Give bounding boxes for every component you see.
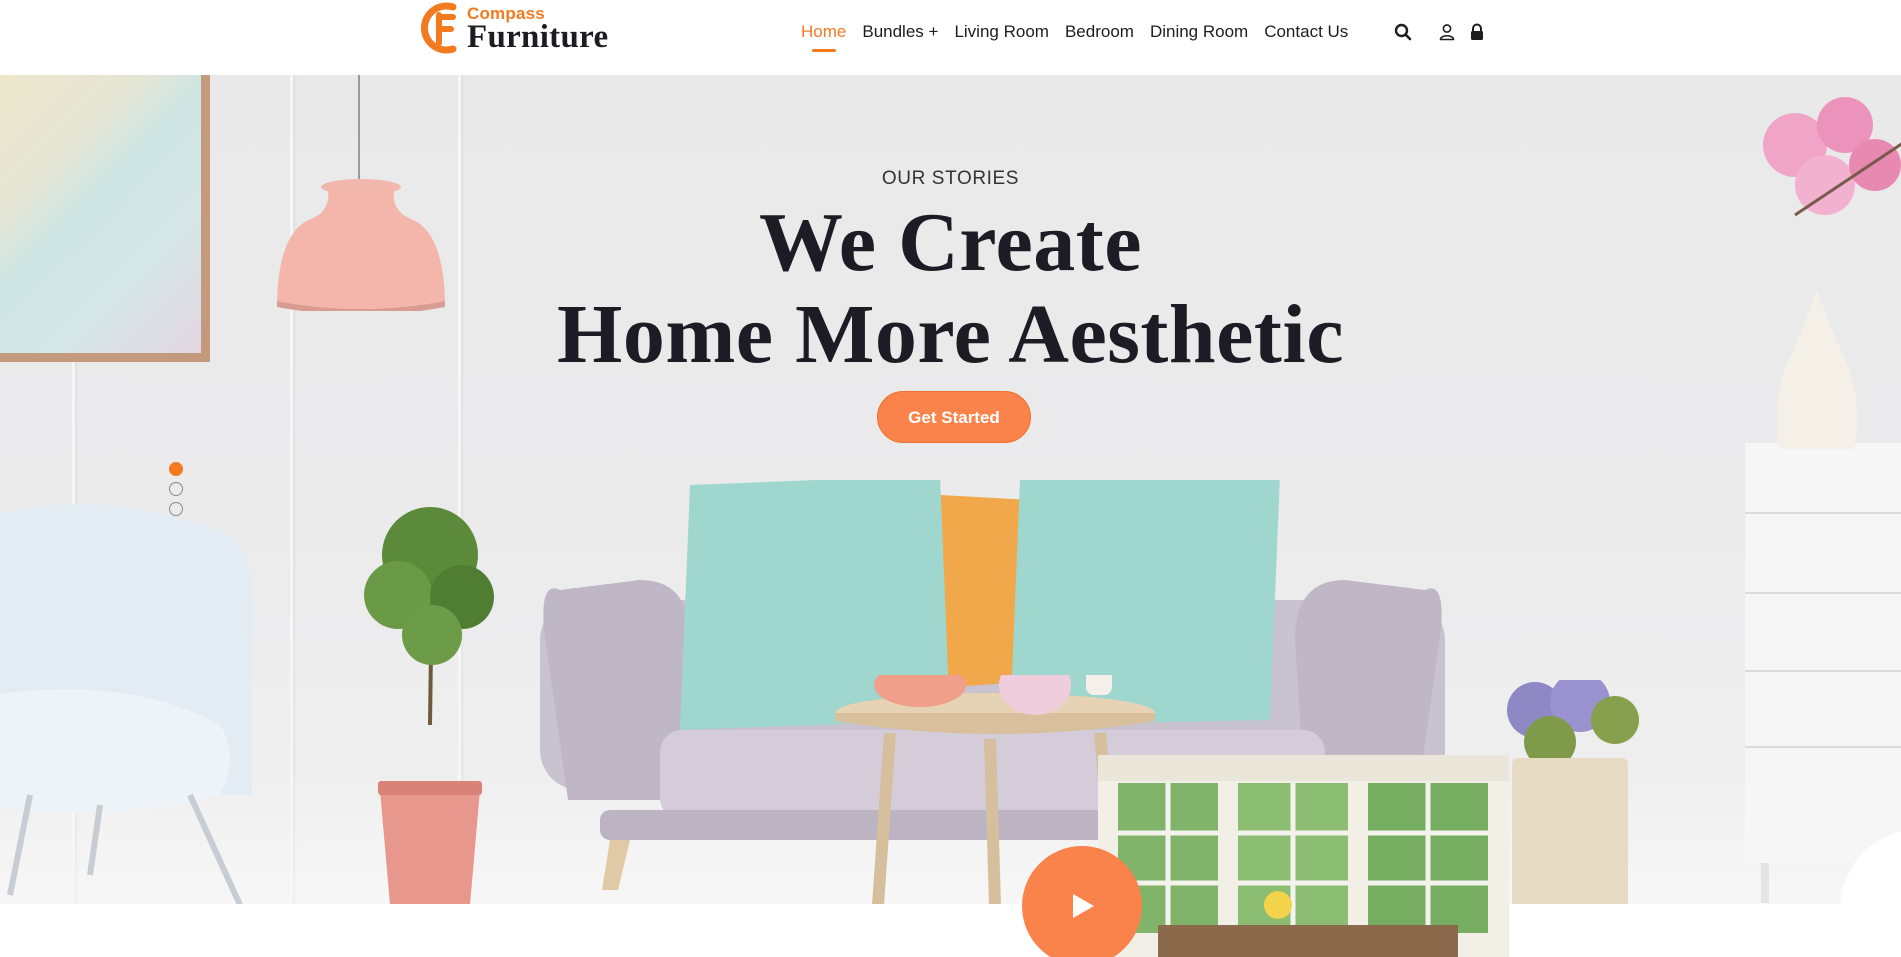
user-icon[interactable] [1437,22,1457,42]
slider-dot-2[interactable] [169,482,183,496]
hero-title-line-2: Home More Aesthetic [557,288,1344,381]
compass-furniture-logo-icon [420,2,457,54]
brand-name-main: Furniture [467,19,609,55]
nav-item-bundles[interactable]: Bundles + [854,20,946,44]
armchair-image [0,503,254,904]
white-dresser-image [1745,443,1901,903]
dining-room-video-thumbnail[interactable] [1098,755,1509,957]
brand-logo[interactable]: Compass Furniture [413,1,623,57]
lamp-cord [358,75,360,179]
hero-subtitle: OUR STORIES [881,168,1020,189]
nav-item-bedroom[interactable]: Bedroom [1057,20,1142,44]
hero-title-line-1: We Create [758,196,1143,289]
get-started-button[interactable]: Get Started [877,391,1031,443]
main-nav: Home Bundles + Living Room Bedroom Dinin… [793,20,1356,44]
slider-dot-3[interactable] [169,502,183,516]
play-icon [1073,894,1094,918]
dining-room-image [1098,755,1509,957]
nav-item-living-room[interactable]: Living Room [946,20,1057,44]
hero-title: We Create Home More Aesthetic [0,197,1901,381]
nav-item-contact-us[interactable]: Contact Us [1256,20,1356,44]
hero-banner: OUR STORIES We Create Home More Aestheti… [0,75,1901,904]
nav-item-home[interactable]: Home [793,20,854,44]
flower-pot-image [1507,680,1639,904]
potted-tree-image [364,507,494,904]
site-header: Compass Furniture Home Bundles + Living … [0,0,1901,75]
search-icon[interactable] [1393,22,1413,42]
slider-pagination [169,462,183,522]
play-video-button[interactable] [1022,846,1142,957]
nav-item-dining-room[interactable]: Dining Room [1142,20,1256,44]
lock-icon[interactable] [1467,22,1487,42]
slider-dot-1[interactable] [169,462,183,476]
